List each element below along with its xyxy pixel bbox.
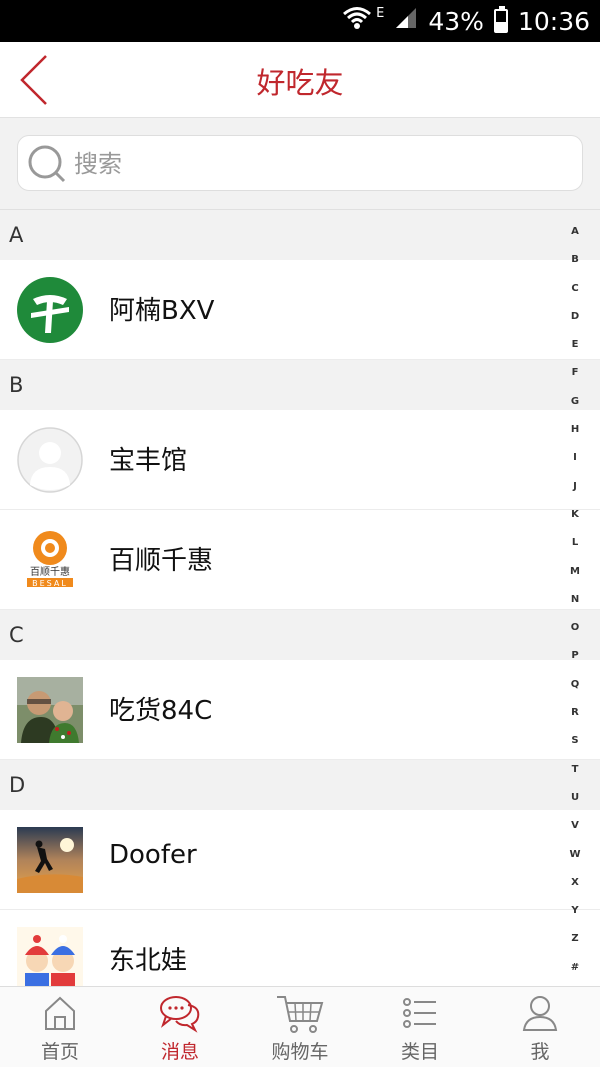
index-letter[interactable]: D	[564, 311, 586, 339]
section-header-a: A	[0, 210, 600, 260]
contact-name: 吃货84C	[109, 696, 213, 726]
section-header-b: B	[0, 360, 600, 410]
cart-icon	[277, 996, 324, 1033]
home-icon	[45, 996, 75, 1030]
bottom-tab-bar: 首页 消息 购物车 类目 我	[0, 986, 600, 1067]
signal-icon	[394, 6, 418, 36]
contact-name: 阿楠BXV	[109, 296, 215, 326]
tab-cart[interactable]: 购物车	[240, 987, 360, 1067]
contact-name: 百顺千惠	[109, 546, 214, 576]
index-letter[interactable]: N	[564, 594, 586, 622]
battery-icon	[493, 6, 508, 33]
status-bar: E 43% 10:36	[0, 0, 600, 42]
index-letter[interactable]: F	[564, 367, 586, 395]
contact-row[interactable]: 百顺千惠 BESAL 百顺千惠	[0, 510, 600, 610]
contact-name: 东北娃	[109, 946, 188, 976]
index-letter[interactable]: U	[564, 792, 586, 820]
index-letter[interactable]: G	[564, 396, 586, 424]
besal-logo-subtext: BESAL	[32, 579, 68, 588]
app-header: 好吃友	[0, 42, 600, 118]
avatar-green-logo	[17, 277, 83, 343]
list-icon	[403, 998, 436, 1028]
chat-icon	[160, 996, 200, 1033]
index-letter[interactable]: R	[564, 707, 586, 735]
search-icon	[28, 145, 66, 183]
tab-home[interactable]: 首页	[0, 987, 120, 1067]
battery-percent: 43%	[428, 6, 484, 36]
tab-label: 类目	[400, 1041, 439, 1063]
page-title: 好吃友	[256, 66, 344, 100]
section-header-c: C	[0, 610, 600, 660]
person-icon	[522, 996, 558, 1031]
index-letter[interactable]: Y	[564, 905, 586, 933]
index-letter[interactable]: E	[564, 339, 586, 367]
search-bar	[0, 118, 600, 210]
section-header-d: D	[0, 760, 600, 810]
avatar-photo	[17, 677, 83, 743]
search-input[interactable]	[74, 144, 554, 184]
index-letter[interactable]: B	[564, 254, 586, 282]
index-letter[interactable]: X	[564, 877, 586, 905]
clock: 10:36	[517, 6, 590, 36]
network-type-label: E	[376, 6, 385, 21]
index-letter[interactable]: V	[564, 820, 586, 848]
contact-row[interactable]: 宝丰馆	[0, 410, 600, 510]
tab-messages[interactable]: 消息	[120, 987, 240, 1067]
contact-row[interactable]: 东北娃	[0, 910, 600, 986]
alphabet-index[interactable]: A B C D E F G H I J K L M N O P Q R S T …	[564, 226, 586, 990]
wifi-icon	[342, 5, 372, 37]
avatar-cartoon	[17, 927, 83, 986]
index-letter[interactable]: C	[564, 283, 586, 311]
index-letter[interactable]: J	[564, 481, 586, 509]
contact-row[interactable]: 阿楠BXV	[0, 260, 600, 360]
index-letter[interactable]: K	[564, 509, 586, 537]
tab-categories[interactable]: 类目	[360, 987, 480, 1067]
index-letter[interactable]: O	[564, 622, 586, 650]
tab-label: 首页	[40, 1041, 79, 1063]
index-letter[interactable]: S	[564, 735, 586, 763]
index-letter[interactable]: A	[564, 226, 586, 254]
tab-label: 我	[530, 1041, 550, 1063]
avatar-sunset-photo	[17, 827, 83, 893]
index-letter[interactable]: Z	[564, 933, 586, 961]
contact-name: 宝丰馆	[109, 446, 188, 476]
contact-row[interactable]: 吃货84C	[0, 660, 600, 760]
index-letter[interactable]: H	[564, 424, 586, 452]
index-letter[interactable]: I	[564, 452, 586, 480]
tab-label: 购物车	[271, 1041, 329, 1063]
search-box[interactable]	[17, 135, 583, 191]
contact-list: A 阿楠BXV B 宝丰馆 百顺千惠 BESAL 百顺千惠 C 吃货84C D …	[0, 210, 600, 986]
index-letter[interactable]: Q	[564, 679, 586, 707]
contact-name: Doofer	[109, 840, 197, 870]
tab-label: 消息	[160, 1041, 199, 1063]
index-letter[interactable]: L	[564, 537, 586, 565]
index-letter[interactable]: P	[564, 650, 586, 678]
avatar-besal-logo: 百顺千惠 BESAL	[17, 527, 83, 593]
index-letter[interactable]: T	[564, 764, 586, 792]
index-letter[interactable]: W	[564, 849, 586, 877]
index-letter[interactable]: M	[564, 566, 586, 594]
tab-profile[interactable]: 我	[480, 987, 600, 1067]
besal-logo-text: 百顺千惠	[30, 565, 70, 578]
avatar-default-person	[17, 427, 83, 493]
contact-row[interactable]: Doofer	[0, 810, 600, 910]
